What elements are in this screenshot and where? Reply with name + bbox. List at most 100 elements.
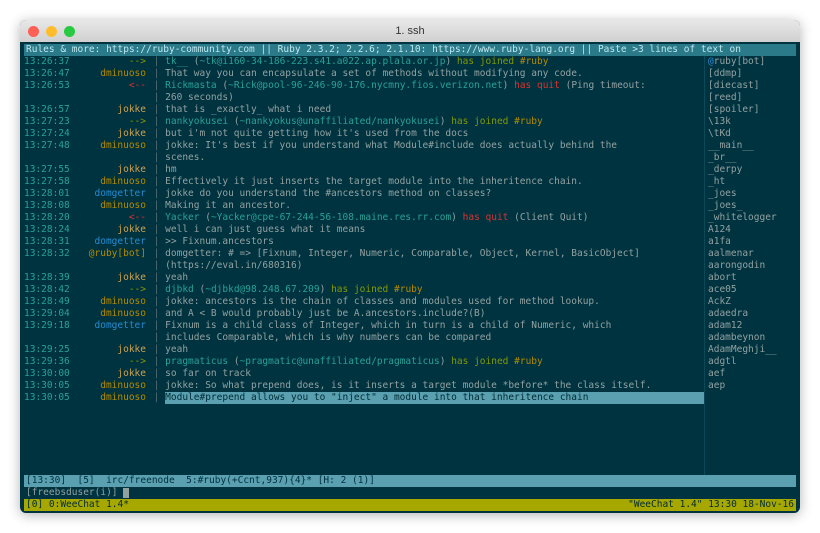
nicklist-item[interactable]: aef — [708, 368, 796, 380]
separator: | — [148, 368, 165, 380]
log-row: | includes Comparable, which is why numb… — [24, 332, 704, 344]
timestamp — [24, 152, 82, 164]
separator: | — [148, 272, 165, 284]
input-bar[interactable]: [freebsduser(i)] — [24, 487, 796, 499]
message: nankyokusei (~nankyokus@unaffiliated/nan… — [165, 116, 704, 128]
log-row: 13:29:36--> | pragmaticus (~pragmatic@un… — [24, 356, 704, 368]
nicklist-item[interactable]: @ruby[bot] — [708, 56, 796, 68]
nicklist-item[interactable]: aalmenar — [708, 248, 796, 260]
log-row: 13:27:55jokke | hm — [24, 164, 704, 176]
nicklist-item[interactable]: _joes — [708, 188, 796, 200]
nick: dminuoso — [82, 308, 148, 320]
nicklist-item[interactable]: [ddmp] — [708, 68, 796, 80]
chat-log[interactable]: 13:26:37--> | tk__ (~tk@i160-34-186-223.… — [24, 56, 704, 475]
titlebar[interactable]: 1. ssh — [20, 20, 800, 42]
message: (https://eval.in/680316) — [165, 260, 704, 272]
nick: jokke — [82, 224, 148, 236]
nick: dminuoso — [82, 392, 148, 404]
timestamp: 13:27:55 — [24, 164, 82, 176]
timestamp: 13:27:23 — [24, 116, 82, 128]
timestamp — [24, 260, 82, 272]
timestamp — [24, 92, 82, 104]
nicklist-item[interactable]: _whitelogger — [708, 212, 796, 224]
message: pragmaticus (~pragmatic@unaffiliated/pra… — [165, 356, 704, 368]
message: tk__ (~tk@i160-34-186-223.s41.a022.ap.pl… — [165, 56, 704, 68]
nicklist-item[interactable]: [diecast] — [708, 80, 796, 92]
message: >> Fixnum.ancestors — [165, 236, 704, 248]
message: that is _exactly_ what i need — [165, 104, 704, 116]
nicklist-item[interactable]: __main__ — [708, 140, 796, 152]
timestamp: 13:30:00 — [24, 368, 82, 380]
separator: | — [148, 176, 165, 188]
nicklist-item[interactable]: adaedra — [708, 308, 796, 320]
nicklist-item[interactable]: aep — [708, 380, 796, 392]
nicklist-item[interactable]: \13k — [708, 116, 796, 128]
nick: dminuoso — [82, 68, 148, 80]
nicklist-item[interactable]: _ht — [708, 176, 796, 188]
separator: | — [148, 140, 165, 152]
timestamp: 13:29:04 — [24, 308, 82, 320]
log-row: 13:28:20<-- | Yacker (~Yacker@cpe-67-244… — [24, 212, 704, 224]
tmux-right: "WeeChat 1.4" 13:30 18-Nov-16 — [628, 499, 794, 511]
nicklist-item[interactable]: AdamMeghji__ — [708, 344, 796, 356]
nick — [82, 260, 148, 272]
timestamp: 13:26:37 — [24, 56, 82, 68]
message: jokke: ancestors is the chain of classes… — [165, 296, 704, 308]
message: hm — [165, 164, 704, 176]
status-bar: [13:30] [5] irc/freenode 5:#ruby(+Ccnt,9… — [24, 475, 796, 487]
timestamp: 13:29:18 — [24, 320, 82, 332]
log-row: 13:29:18domgetter | Fixnum is a child cl… — [24, 320, 704, 332]
timestamp: 13:28:39 — [24, 272, 82, 284]
separator: | — [148, 164, 165, 176]
nicklist-item[interactable]: aarongodin — [708, 260, 796, 272]
message: 260 seconds) — [165, 92, 704, 104]
separator: | — [148, 260, 165, 272]
nicklist-item[interactable]: [reed] — [708, 92, 796, 104]
tmux-bar: [0] 0:WeeChat 1.4* "WeeChat 1.4" 13:30 1… — [24, 499, 796, 511]
nicklist-item[interactable]: \tKd — [708, 128, 796, 140]
message: Fixnum is a child class of Integer, whic… — [165, 320, 704, 332]
nicklist-item[interactable]: a1fa — [708, 236, 796, 248]
nicklist-item[interactable]: A124 — [708, 224, 796, 236]
nicklist-item[interactable]: ace05 — [708, 284, 796, 296]
separator: | — [148, 80, 165, 92]
log-row: 13:30:05dminuoso | Module#prepend allows… — [24, 392, 704, 404]
log-row: 13:28:39jokke | yeah — [24, 272, 704, 284]
nicklist-item[interactable]: adgtl — [708, 356, 796, 368]
terminal-content[interactable]: Rules & more: https://ruby-community.com… — [20, 42, 800, 513]
separator: | — [148, 380, 165, 392]
log-row: 13:28:24jokke | well i can just guess wh… — [24, 224, 704, 236]
nicklist-item[interactable]: [spoiler] — [708, 104, 796, 116]
message: well i can just guess what it means — [165, 224, 704, 236]
nicklist-item[interactable]: AckZ — [708, 296, 796, 308]
nick: dminuoso — [82, 200, 148, 212]
separator: | — [148, 56, 165, 68]
separator: | — [148, 128, 165, 140]
nick: --> — [82, 56, 148, 68]
message: and A < B would probably just be A.ances… — [165, 308, 704, 320]
nick: domgetter — [82, 188, 148, 200]
nicklist-item[interactable]: _derpy — [708, 164, 796, 176]
nick: --> — [82, 356, 148, 368]
message: Rickmasta (~Rick@pool-96-246-90-176.nycm… — [165, 80, 704, 92]
nicklist-item[interactable]: adam12 — [708, 320, 796, 332]
nick: jokke — [82, 368, 148, 380]
nicklist-item[interactable]: adambeynon — [708, 332, 796, 344]
separator: | — [148, 68, 165, 80]
nick: jokke — [82, 344, 148, 356]
message: djbkd (~djbkd@98.248.67.209) has joined … — [165, 284, 704, 296]
timestamp: 13:28:24 — [24, 224, 82, 236]
log-row: 13:27:23--> | nankyokusei (~nankyokus@un… — [24, 116, 704, 128]
nicklist[interactable]: @ruby[bot] [ddmp] [diecast] [reed] [spoi… — [704, 56, 796, 475]
separator: | — [148, 188, 165, 200]
nicklist-item[interactable]: _joes_ — [708, 200, 796, 212]
message: yeah — [165, 272, 704, 284]
message: Making it an ancestor. — [165, 200, 704, 212]
log-row: 13:30:00jokke | so far on track — [24, 368, 704, 380]
nicklist-item[interactable]: _br__ — [708, 152, 796, 164]
nicklist-item[interactable]: abort — [708, 272, 796, 284]
message: jokke do you understand the #ancestors m… — [165, 188, 704, 200]
separator: | — [148, 212, 165, 224]
message: includes Comparable, which is why number… — [165, 332, 704, 344]
log-row: 13:28:01domgetter | jokke do you underst… — [24, 188, 704, 200]
